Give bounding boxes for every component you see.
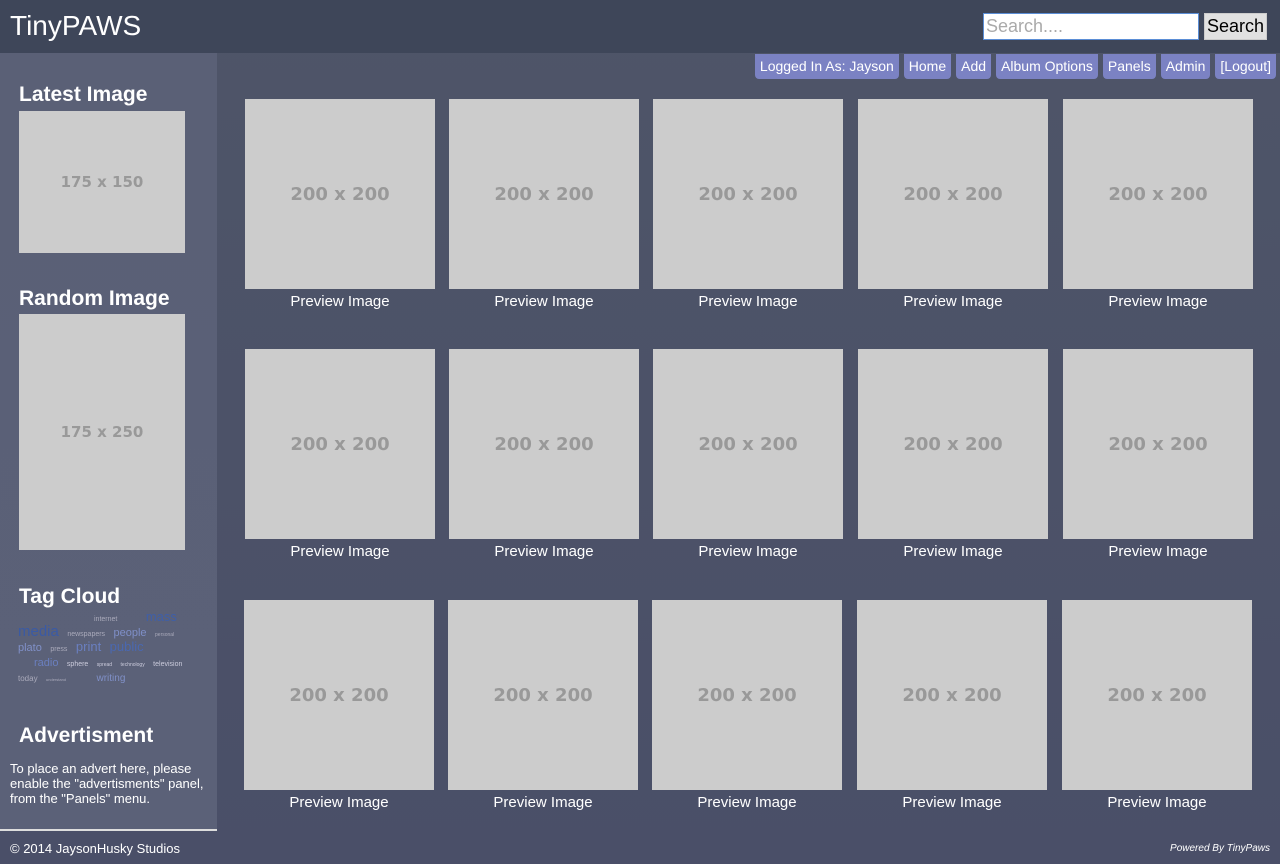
nav-logout[interactable]: [Logout]	[1215, 54, 1276, 79]
nav-admin[interactable]: Admin	[1160, 54, 1211, 79]
gallery-item[interactable]: 200 x 200 Preview Image	[858, 349, 1048, 560]
latest-image-title: Latest Image	[19, 83, 148, 106]
search-button[interactable]: Search	[1204, 13, 1267, 40]
footer-divider	[0, 829, 217, 831]
preview-caption[interactable]: Preview Image	[244, 794, 434, 811]
preview-caption[interactable]: Preview Image	[1063, 543, 1253, 560]
preview-caption[interactable]: Preview Image	[652, 794, 842, 811]
preview-caption[interactable]: Preview Image	[653, 293, 843, 310]
tag-cloud-title: Tag Cloud	[19, 585, 121, 608]
gallery-item[interactable]: 200 x 200 Preview Image	[245, 99, 435, 310]
tag[interactable]: mass	[146, 610, 177, 623]
preview-image[interactable]: 200 x 200	[1062, 600, 1252, 790]
tag[interactable]: print	[76, 640, 101, 653]
site-logo[interactable]: TinyPAWS	[10, 10, 141, 42]
tag[interactable]: personal	[155, 629, 174, 641]
preview-caption[interactable]: Preview Image	[1062, 794, 1252, 811]
preview-caption[interactable]: Preview Image	[653, 543, 843, 560]
tag[interactable]: understand	[46, 674, 66, 686]
preview-image[interactable]: 200 x 200	[1063, 349, 1253, 539]
preview-caption[interactable]: Preview Image	[857, 794, 1047, 811]
gallery-item[interactable]: 200 x 200 Preview Image	[653, 99, 843, 310]
advert-title: Advertisment	[19, 724, 154, 747]
tag[interactable]: public	[110, 640, 144, 653]
nav-panels[interactable]: Panels	[1102, 54, 1156, 79]
tag[interactable]: radio	[34, 657, 58, 669]
tag[interactable]: sphere	[67, 659, 88, 671]
nav-home[interactable]: Home	[903, 54, 952, 79]
gallery-item[interactable]: 200 x 200 Preview Image	[1062, 600, 1252, 811]
preview-image[interactable]: 200 x 200	[449, 99, 639, 289]
gallery-item[interactable]: 200 x 200 Preview Image	[449, 99, 639, 310]
tag[interactable]: writing	[97, 673, 126, 685]
preview-caption[interactable]: Preview Image	[449, 293, 639, 310]
gallery-item[interactable]: 200 x 200 Preview Image	[857, 600, 1047, 811]
preview-image[interactable]: 200 x 200	[858, 99, 1048, 289]
gallery-item[interactable]: 200 x 200 Preview Image	[244, 600, 434, 811]
tag[interactable]: internet	[94, 614, 117, 626]
gallery-item[interactable]: 200 x 200 Preview Image	[1063, 349, 1253, 560]
preview-image[interactable]: 200 x 200	[245, 99, 435, 289]
nav-add[interactable]: Add	[956, 54, 992, 79]
search-input[interactable]	[983, 13, 1199, 40]
nav-album-options[interactable]: Album Options	[996, 54, 1098, 79]
preview-image[interactable]: 200 x 200	[245, 349, 435, 539]
gallery-item[interactable]: 200 x 200 Preview Image	[652, 600, 842, 811]
gallery-item[interactable]: 200 x 200 Preview Image	[653, 349, 843, 560]
preview-image[interactable]: 200 x 200	[449, 349, 639, 539]
preview-caption[interactable]: Preview Image	[245, 543, 435, 560]
random-image-title: Random Image	[19, 287, 170, 310]
preview-caption[interactable]: Preview Image	[449, 543, 639, 560]
tag[interactable]: people	[114, 627, 147, 639]
latest-image[interactable]: 175 x 150	[19, 111, 185, 253]
preview-image[interactable]: 200 x 200	[1063, 99, 1253, 289]
tag[interactable]: plato	[18, 642, 42, 654]
powered-by: Powered By TinyPaws	[1170, 843, 1270, 854]
sidebar: Latest Image 175 x 150 Random Image 175 …	[0, 53, 217, 829]
tag[interactable]: television	[153, 659, 182, 671]
advert-text: To place an advert here, please enable t…	[10, 761, 204, 806]
nav-bar: Logged In As: Jayson Home Add Album Opti…	[754, 54, 1276, 79]
gallery-item[interactable]: 200 x 200 Preview Image	[448, 600, 638, 811]
preview-image[interactable]: 200 x 200	[652, 600, 842, 790]
preview-caption[interactable]: Preview Image	[858, 293, 1048, 310]
tag[interactable]: today	[18, 673, 38, 685]
preview-caption[interactable]: Preview Image	[858, 543, 1048, 560]
copyright: © 2014 JaysonHusky Studios	[10, 841, 181, 856]
gallery-item[interactable]: 200 x 200 Preview Image	[449, 349, 639, 560]
preview-image[interactable]: 200 x 200	[244, 600, 434, 790]
tag[interactable]: press	[50, 644, 67, 656]
preview-image[interactable]: 200 x 200	[448, 600, 638, 790]
gallery-item[interactable]: 200 x 200 Preview Image	[1063, 99, 1253, 310]
tag[interactable]: spread	[97, 659, 112, 671]
preview-caption[interactable]: Preview Image	[245, 293, 435, 310]
preview-image[interactable]: 200 x 200	[858, 349, 1048, 539]
preview-image[interactable]: 200 x 200	[653, 349, 843, 539]
gallery-item[interactable]: 200 x 200 Preview Image	[245, 349, 435, 560]
preview-caption[interactable]: Preview Image	[448, 794, 638, 811]
nav-logged-in-as[interactable]: Logged In As: Jayson	[754, 54, 899, 79]
tag-cloud: internet mass media newspapers people pe…	[18, 610, 188, 691]
header: TinyPAWS Search	[0, 0, 1280, 53]
tag[interactable]: media	[18, 624, 59, 639]
preview-image[interactable]: 200 x 200	[653, 99, 843, 289]
preview-caption[interactable]: Preview Image	[1063, 293, 1253, 310]
random-image[interactable]: 175 x 250	[19, 314, 185, 550]
gallery-item[interactable]: 200 x 200 Preview Image	[858, 99, 1048, 310]
preview-image[interactable]: 200 x 200	[857, 600, 1047, 790]
tag[interactable]: technology	[121, 659, 145, 671]
